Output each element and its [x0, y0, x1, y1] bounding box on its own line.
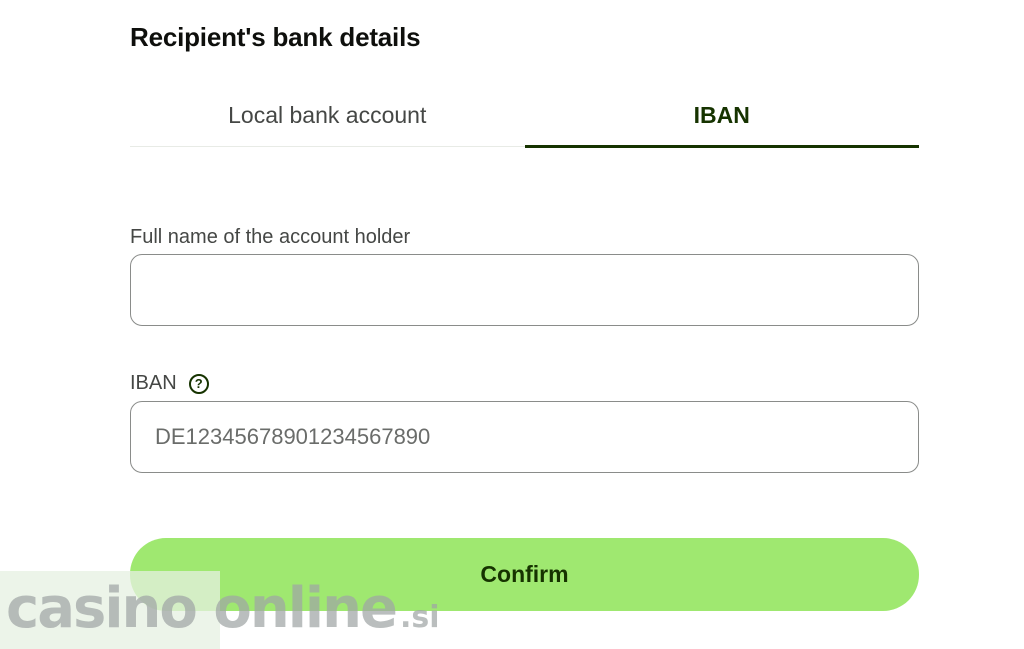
watermark-tld: .si	[399, 600, 440, 635]
full-name-label-text: Full name of the account holder	[130, 226, 411, 248]
iban-input[interactable]	[130, 401, 919, 473]
iban-label-text: IBAN	[130, 372, 177, 394]
full-name-input[interactable]	[130, 254, 919, 326]
watermark-text: casino online	[6, 576, 398, 641]
watermark-logo: casino online .si	[6, 576, 439, 641]
account-type-tabs: Local bank account IBAN	[130, 84, 920, 148]
iban-label: IBAN ?	[130, 372, 209, 395]
tab-iban[interactable]: IBAN	[524, 84, 920, 148]
question-circle-icon[interactable]: ?	[188, 373, 209, 394]
tab-local-bank-account[interactable]: Local bank account	[130, 84, 525, 146]
section-title: Recipient's bank details	[130, 22, 421, 52]
full-name-label: Full name of the account holder	[130, 226, 410, 249]
